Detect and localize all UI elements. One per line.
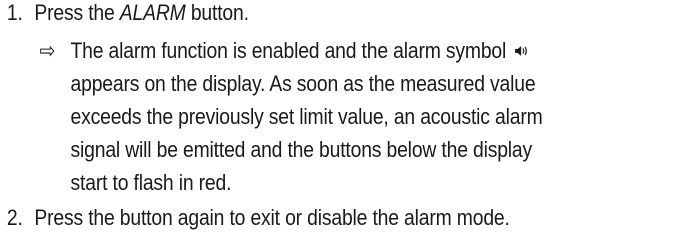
result-line: signal will be emitted and the buttons b… [70,137,533,162]
step-number: 2. [6,205,23,230]
step-text-before: Press the [34,0,120,25]
step-text: Press the button again to exit or disabl… [34,205,510,230]
step-text: Press the ALARM button. [34,0,249,26]
result-line: start to flash in red. [70,170,232,195]
alarm-button-label: ALARM [119,0,186,25]
result-line: appears on the display. As soon as the m… [70,71,536,96]
result-line: exceeds the previously set limit value, … [70,104,543,129]
result-text-start: The alarm function is enabled and the al… [70,38,507,63]
result-arrow-icon: ⇨ [39,38,56,63]
step-number: 1. [6,0,23,25]
step-text-after: button. [185,0,249,25]
alarm-sound-icon [513,37,528,63]
result-line: The alarm function is enabled and the al… [71,38,531,65]
instruction-document: 1. Press the ALARM button. ⇨ The alarm f… [0,0,599,247]
